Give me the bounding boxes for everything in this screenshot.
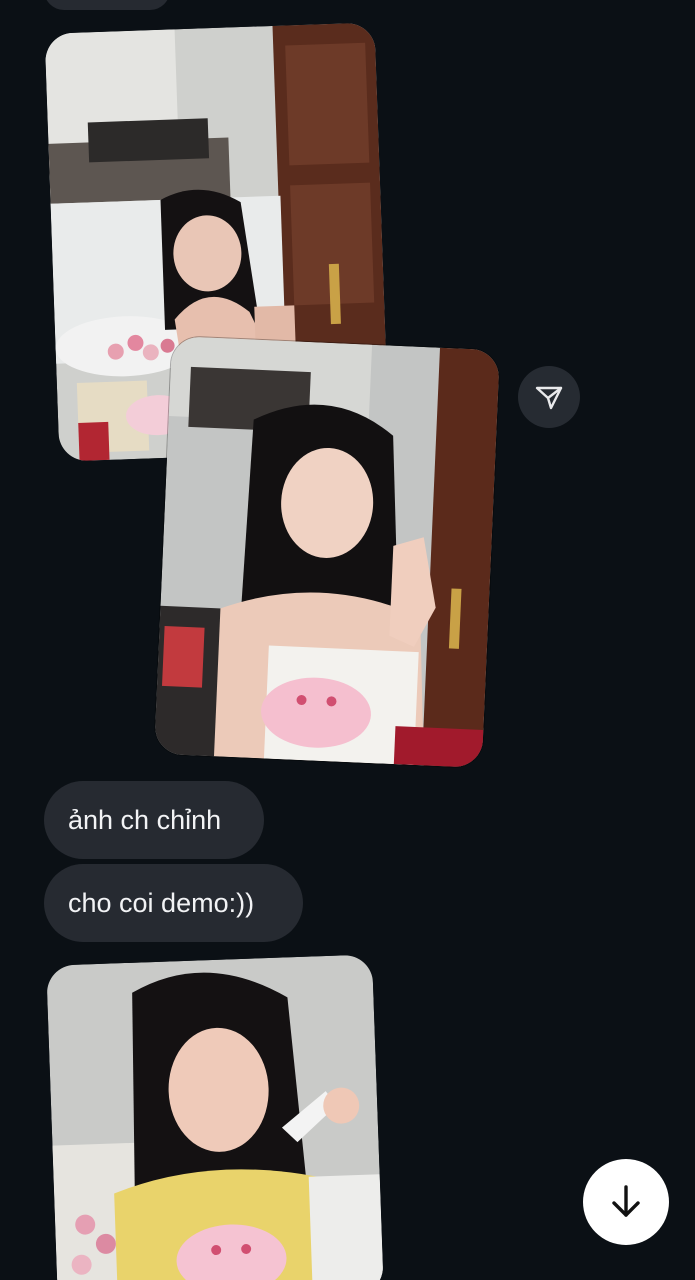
- message-text: cho coi demo:)): [68, 888, 255, 918]
- message-bubble[interactable]: ảnh ch chỉnh: [44, 781, 264, 859]
- message-bubble-partial[interactable]: [44, 0, 170, 10]
- photo-2-image: [154, 336, 500, 768]
- message-text: ảnh ch chỉnh: [68, 805, 222, 835]
- send-triangle-icon: [535, 386, 563, 410]
- chat-thread: ảnh ch chỉnh cho coi demo:)): [0, 0, 695, 1280]
- scroll-to-bottom-button[interactable]: [583, 1159, 669, 1245]
- message-bubble[interactable]: cho coi demo:)): [44, 864, 303, 942]
- photo-message-2[interactable]: [154, 336, 500, 768]
- photo-3-image: [46, 954, 384, 1280]
- photo-message-3[interactable]: [46, 954, 384, 1280]
- arrow-down-icon: [612, 1185, 640, 1217]
- share-button[interactable]: [518, 366, 580, 428]
